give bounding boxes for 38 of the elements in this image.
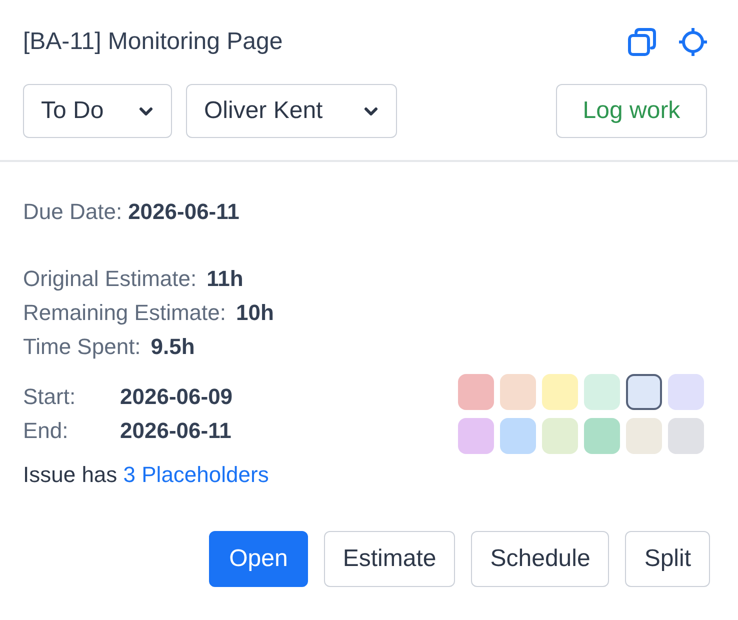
schedule-date: 2026-06-11 (120, 417, 232, 445)
due-date-value: 2026-06-11 (128, 198, 240, 226)
issue-title: [BA-11] Monitoring Page (23, 27, 283, 57)
swatch-icon[interactable] (500, 418, 536, 454)
schedule-label: End: (23, 417, 70, 445)
swatch-icon[interactable] (500, 374, 536, 410)
estimate-value: 10h (236, 299, 274, 327)
placeholder-note: Issue has 3 Placeholders (23, 461, 269, 489)
schedule-button[interactable]: Schedule (471, 531, 610, 587)
estimate-value: 9.5h (150, 333, 195, 361)
assignee-dropdown[interactable]: Oliver Kent (186, 84, 397, 138)
estimate-button[interactable]: Estimate (324, 531, 456, 587)
swatch-icon[interactable] (584, 374, 620, 410)
log-work-button[interactable]: Log work (556, 84, 707, 138)
estimate-label: Original Estimate: (23, 265, 197, 293)
schedule-date: 2026-06-09 (120, 383, 233, 411)
split-button[interactable]: Split (625, 531, 710, 587)
swatch-icon[interactable] (626, 374, 662, 410)
swatch-icon[interactable] (584, 418, 620, 454)
placeholders-link[interactable]: 3 Placeholders (123, 462, 269, 487)
open-button[interactable]: Open (209, 531, 308, 587)
estimate-label: Time Spent: (23, 333, 141, 361)
estimate-value: 11h (206, 265, 244, 293)
swatch-icon[interactable] (458, 374, 494, 410)
swatch-icon[interactable] (626, 418, 662, 454)
status-dropdown[interactable]: To Do (23, 84, 172, 138)
due-date-label: Due Date: (23, 198, 122, 226)
swatch-icon[interactable] (542, 374, 578, 410)
swatch-icon[interactable] (458, 418, 494, 454)
caret-icon (364, 106, 378, 116)
crosshair-icon[interactable] (679, 28, 707, 56)
swatch-icon[interactable] (668, 418, 704, 454)
swatch-icon[interactable] (542, 418, 578, 454)
schedule-label: Start: (23, 383, 77, 411)
swatch-icon[interactable] (668, 374, 704, 410)
estimate-label: Remaining Estimate: (23, 299, 226, 327)
copy-icon[interactable] (628, 28, 656, 56)
caret-icon (139, 106, 153, 116)
